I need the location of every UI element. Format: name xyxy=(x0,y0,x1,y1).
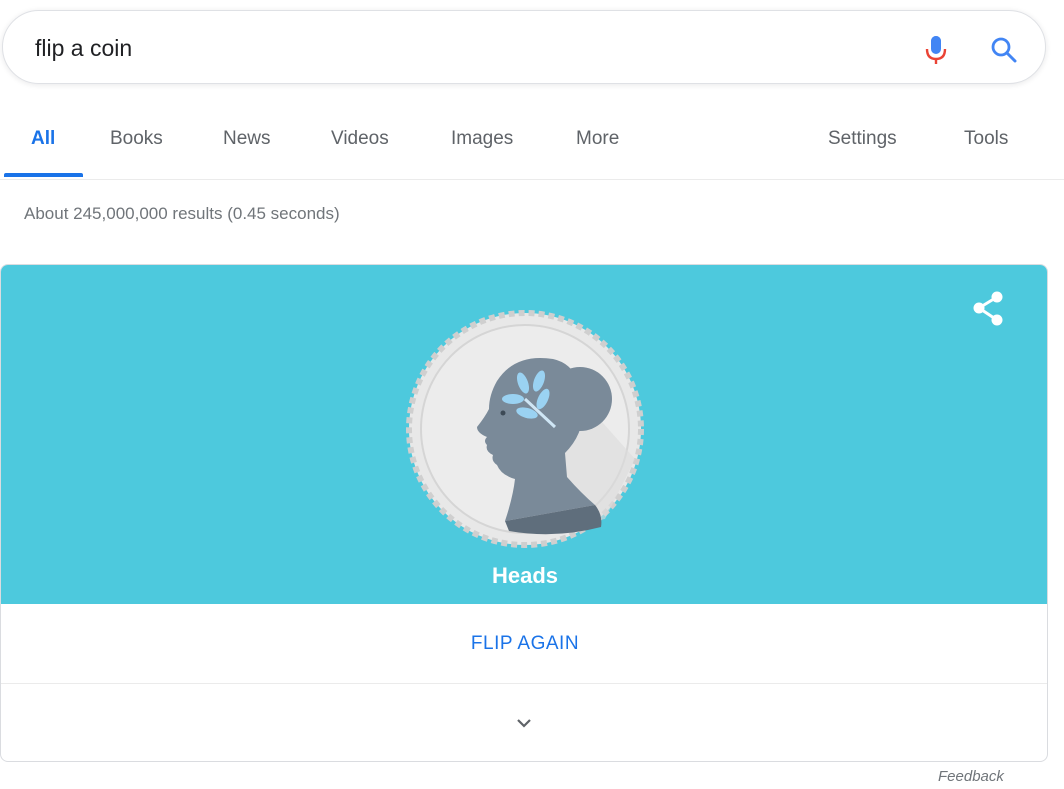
tab-videos[interactable]: Videos xyxy=(331,128,389,150)
coin-banner: Heads xyxy=(1,265,1047,604)
tab-books[interactable]: Books xyxy=(110,128,163,150)
share-icon[interactable] xyxy=(967,287,1011,331)
search-results-page: All Books News Videos Images More Settin… xyxy=(0,0,1064,789)
coin-heads-icon xyxy=(406,310,644,548)
active-tab-indicator xyxy=(4,173,83,177)
chevron-down-icon xyxy=(517,719,531,728)
tab-settings[interactable]: Settings xyxy=(828,128,897,150)
tab-news[interactable]: News xyxy=(223,128,271,150)
feedback-link[interactable]: Feedback xyxy=(938,768,1004,785)
result-stats: About 245,000,000 results (0.45 seconds) xyxy=(24,204,340,223)
microphone-icon[interactable] xyxy=(919,33,953,67)
flip-row: FLIP AGAIN xyxy=(1,604,1047,684)
tab-more[interactable]: More xyxy=(576,128,619,150)
coin-flip-card: Heads FLIP AGAIN xyxy=(0,264,1048,762)
search-icon[interactable] xyxy=(987,33,1023,67)
tab-tools[interactable]: Tools xyxy=(964,128,1008,150)
search-box[interactable] xyxy=(2,10,1046,84)
tab-all[interactable]: All xyxy=(31,128,55,150)
tab-images[interactable]: Images xyxy=(451,128,513,150)
flip-again-button[interactable]: FLIP AGAIN xyxy=(1,604,1047,684)
expand-button[interactable] xyxy=(1,685,1047,761)
coin-result-label: Heads xyxy=(491,563,559,588)
search-input[interactable] xyxy=(33,29,873,67)
search-tabs: All Books News Videos Images More Settin… xyxy=(0,112,1064,180)
